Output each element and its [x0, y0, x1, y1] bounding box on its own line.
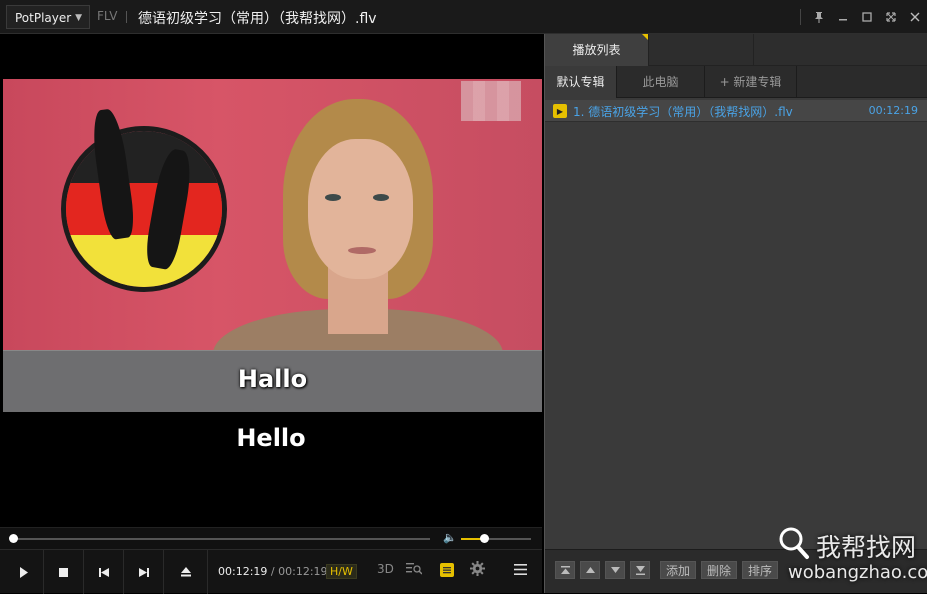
playlist-toolbar: 添加 删除 排序 [545, 549, 927, 593]
playlist-panel: 播放列表 默认专辑 此电脑 + 新建专辑 ▶ 1. 德语初级学习（常用）（我帮找… [544, 34, 927, 593]
fullscreen-icon[interactable] [879, 5, 903, 29]
seek-row: 🔈 [0, 527, 542, 549]
playlist-items: ▶ 1. 德语初级学习（常用）（我帮找网）.flv 00:12:19 [545, 100, 927, 122]
minimize-icon[interactable] [831, 5, 855, 29]
tab-playlist[interactable]: 播放列表 [545, 34, 649, 66]
move-top-icon[interactable] [555, 561, 575, 579]
previous-icon [98, 567, 109, 577]
app-menu-button[interactable]: PotPlayer ▼ [6, 5, 90, 29]
stop-button[interactable] [44, 550, 84, 594]
play-button[interactable] [4, 550, 44, 594]
previous-button[interactable] [84, 550, 124, 594]
eject-icon [180, 567, 191, 577]
speaker-icon[interactable]: 🔈 [443, 531, 457, 544]
next-icon [138, 567, 149, 577]
playlist-toggle-icon[interactable] [440, 563, 454, 580]
3d-button[interactable]: 3D [377, 562, 394, 576]
time-current: 00:12:19 [218, 565, 268, 578]
maximize-icon[interactable] [855, 5, 879, 29]
move-down-icon[interactable] [605, 561, 625, 579]
file-title: 德语初级学习（常用）（我帮找网）.flv [138, 11, 377, 27]
sort-button[interactable]: 排序 [742, 561, 778, 579]
burned-caption-bar: Hallo [3, 350, 542, 412]
settings-gear-icon[interactable] [470, 561, 485, 579]
seek-bar[interactable] [12, 538, 430, 540]
title-bar: PotPlayer ▼ FLV 德语初级学习（常用）（我帮找网）.flv [0, 0, 927, 34]
tab-default-album[interactable]: 默认专辑 [545, 66, 617, 98]
now-playing-icon: ▶ [553, 104, 567, 118]
eject-button[interactable] [164, 550, 208, 594]
video-area[interactable]: Hallo Hello [0, 34, 542, 527]
menu-icon[interactable] [514, 564, 527, 578]
presenter [213, 99, 503, 384]
item-name: 1. 德语初级学习（常用）（我帮找网）.flv [573, 105, 793, 119]
move-bottom-icon[interactable] [630, 561, 650, 579]
tab-new-album[interactable]: + 新建专辑 [705, 66, 797, 98]
caption-text: Hallo [237, 365, 308, 393]
chevron-down-icon: ▼ [75, 13, 82, 23]
album-tabs: 默认专辑 此电脑 + 新建专辑 [545, 66, 927, 98]
time-total: 00:12:19 [278, 565, 328, 578]
move-up-icon[interactable] [580, 561, 600, 579]
format-label: FLV [97, 9, 118, 23]
pin-icon[interactable] [807, 5, 831, 29]
next-button[interactable] [124, 550, 164, 594]
item-duration: 00:12:19 [868, 104, 918, 117]
tab-empty[interactable] [650, 34, 754, 66]
seek-knob[interactable] [9, 534, 18, 543]
time-display: 00:12:19 / 00:12:19 [218, 565, 328, 578]
volume-knob[interactable] [480, 534, 489, 543]
video-frame [3, 79, 542, 384]
aspect-ratio-button[interactable]: H/W [326, 564, 357, 579]
app-name: PotPlayer [15, 11, 72, 25]
delete-button[interactable]: 删除 [701, 561, 737, 579]
stop-icon [59, 567, 68, 577]
add-button[interactable]: 添加 [660, 561, 696, 579]
window-controls [800, 0, 927, 34]
volume-slider[interactable] [461, 538, 531, 540]
subtitle-text: Hello [236, 424, 306, 452]
tab-this-pc[interactable]: 此电脑 [617, 66, 705, 98]
list-item[interactable]: ▶ 1. 德语初级学习（常用）（我帮找网）.flv 00:12:19 [545, 100, 927, 122]
divider [126, 11, 127, 23]
control-bar: 00:12:19 / 00:12:19 H/W 3D [0, 549, 542, 594]
time-separator: / [270, 565, 275, 578]
subtitle-search-icon[interactable] [406, 562, 423, 578]
divider [800, 9, 801, 25]
playlist-header: 播放列表 [545, 34, 927, 66]
close-icon[interactable] [903, 5, 927, 29]
play-icon [19, 566, 28, 578]
german-flag-emblem [61, 126, 227, 292]
